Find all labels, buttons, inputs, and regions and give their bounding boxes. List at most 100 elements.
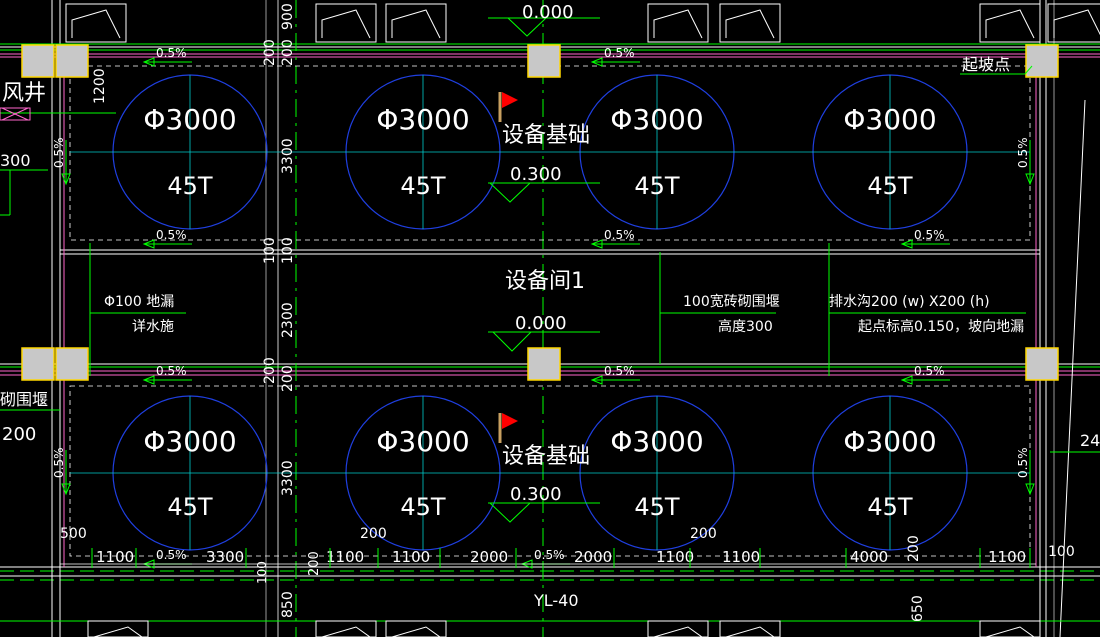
dim-100-a: 100 xyxy=(262,237,278,264)
column xyxy=(21,347,55,381)
slope-arrow: 0.5% xyxy=(520,548,570,569)
slope-start-label: 起坡点 xyxy=(962,55,1010,74)
slope-label: 0.5% xyxy=(52,448,66,479)
equipment-base-top-label: 设备基础 xyxy=(502,123,590,148)
cabinet-symbol xyxy=(979,620,1041,637)
slope-label: 0.5% xyxy=(52,138,66,169)
floor-plan: Φ3000 45T Φ3000 45T Φ3000 45T Φ3000 45T Φ3000 45T… xyxy=(0,0,1100,637)
wind-shaft-marker xyxy=(0,107,31,121)
tank-load-label: 45T xyxy=(634,172,680,200)
wind-shaft-label: 风井 xyxy=(2,81,46,106)
dim-200-d: 200 xyxy=(280,365,296,392)
slope-arrow: 0.5% xyxy=(142,228,192,249)
tank-load-label: 45T xyxy=(167,493,213,521)
tank-diameter-label: Φ3000 xyxy=(143,103,236,136)
left-dim-200: 200 xyxy=(2,424,36,445)
slope-label: 0.5% xyxy=(914,228,945,242)
cabinet-symbol xyxy=(87,620,149,637)
slope-arrow: 0.5% xyxy=(590,228,640,249)
cabinet-symbol xyxy=(647,3,709,43)
elevation-mid-label: 0.000 xyxy=(515,313,567,334)
slope-arrow: 0.5% xyxy=(1016,138,1035,186)
bottom-dimension-label: 1100 xyxy=(96,548,134,566)
cabinet-symbol xyxy=(385,620,447,637)
bottom-dimension-label: 3300 xyxy=(206,548,244,566)
dim-200-f: 200 xyxy=(906,535,922,562)
slope-label: 0.5% xyxy=(914,364,945,378)
slope-label: 0.5% xyxy=(534,548,565,562)
bottom-dimension-label: 2000 xyxy=(574,548,612,566)
slope-label: 0.5% xyxy=(604,228,635,242)
slope-label: 0.5% xyxy=(1016,448,1030,479)
curb-height-note: 高度300 xyxy=(718,318,773,335)
tank-load-label: 45T xyxy=(867,172,913,200)
column xyxy=(527,44,561,78)
dim-650: 650 xyxy=(910,595,926,622)
column xyxy=(1025,44,1059,78)
column xyxy=(55,44,89,78)
tank-diameter-label: Φ3000 xyxy=(376,103,469,136)
left-dim-300: 300 xyxy=(0,151,31,170)
cabinet-symbol xyxy=(719,3,781,43)
column xyxy=(21,44,55,78)
dim-900: 900 xyxy=(280,3,296,30)
bottom-dimension-label: 2000 xyxy=(470,548,508,566)
slope-arrow: 0.5% xyxy=(52,448,71,496)
dim-200-h: 200 xyxy=(690,526,717,542)
slope-label: 0.5% xyxy=(156,548,187,562)
dim-3300-top: 3300 xyxy=(280,138,296,174)
tank-load-label: 45T xyxy=(400,493,446,521)
curb-note: 100宽砖砌围堰 xyxy=(683,293,780,310)
slope-arrow: 0.5% xyxy=(900,228,950,249)
tank-load-label: 45T xyxy=(634,493,680,521)
dim-200-g: 200 xyxy=(360,526,387,542)
tank-diameter-label: Φ3000 xyxy=(843,103,936,136)
elevation-base-top-label: 0.300 xyxy=(510,164,562,185)
dim-500: 500 xyxy=(60,526,87,542)
slope-label: 0.5% xyxy=(604,364,635,378)
tank-diameter-label: Φ3000 xyxy=(610,103,703,136)
cabinet-symbol xyxy=(719,620,781,637)
bottom-dimension-label: 1100 xyxy=(656,548,694,566)
trench-note: 排水沟200 (w) X200 (h) xyxy=(829,294,990,310)
column xyxy=(527,347,561,381)
bottom-dimension-label: 1100 xyxy=(326,548,364,566)
dim-1200: 1200 xyxy=(92,68,108,104)
slope-arrow: 0.5% xyxy=(142,46,192,67)
labels: 0.000 0.300 0.000 0.300 设备基础 设备基础 设备间1 起… xyxy=(0,2,1100,622)
bottom-dimension-label: 1100 xyxy=(988,548,1026,566)
tank-diameter-label: Φ3000 xyxy=(376,425,469,458)
slope-arrow: 0.5% xyxy=(1016,448,1035,496)
cabinet-symbol xyxy=(385,3,447,43)
dim-3300-bot: 3300 xyxy=(280,460,296,496)
slope-label: 0.5% xyxy=(604,46,635,60)
floor-drain-detail: 详水施 xyxy=(132,319,174,335)
cabinet-symbol xyxy=(65,3,127,43)
cabinet-symbol xyxy=(1047,3,1100,43)
tank-diameter-label: Φ3000 xyxy=(843,425,936,458)
right-dim-24: 24 xyxy=(1080,431,1100,450)
bottom-dimension-label: 1100 xyxy=(722,548,760,566)
left-curb-label: 砌围堰 xyxy=(0,390,48,409)
tank-load-label: 45T xyxy=(167,172,213,200)
right-dim-100: 100 xyxy=(1048,544,1075,560)
tank-diameter-label: Φ3000 xyxy=(610,425,703,458)
slope-label: 0.5% xyxy=(156,228,187,242)
slope-arrow: 0.5% xyxy=(52,138,71,186)
cabinet-symbol xyxy=(979,3,1041,43)
elevation-top-label: 0.000 xyxy=(522,2,574,23)
dim-200-e: 200 xyxy=(307,551,322,576)
beam-label: YL-40 xyxy=(533,591,579,610)
cabinet-symbol xyxy=(315,3,377,43)
equipment-base-bot-label: 设备基础 xyxy=(502,444,590,469)
dim-200-c: 200 xyxy=(262,357,278,384)
slope-arrow: 0.5% xyxy=(590,46,640,67)
tank-load-label: 45T xyxy=(867,493,913,521)
tank-diameter-label: Φ3000 xyxy=(143,425,236,458)
bottom-dimension-label: 1100 xyxy=(392,548,430,566)
floor-drain-note: Φ100 地漏 xyxy=(104,294,174,310)
slope-label: 0.5% xyxy=(156,46,187,60)
cabinet-symbol xyxy=(315,620,377,637)
trench-elevation-note: 起点标高0.150，坡向地漏 xyxy=(858,318,1024,335)
cad-drawing-canvas: Φ3000 45T Φ3000 45T Φ3000 45T Φ3000 45T Φ3000 45T… xyxy=(0,0,1100,637)
